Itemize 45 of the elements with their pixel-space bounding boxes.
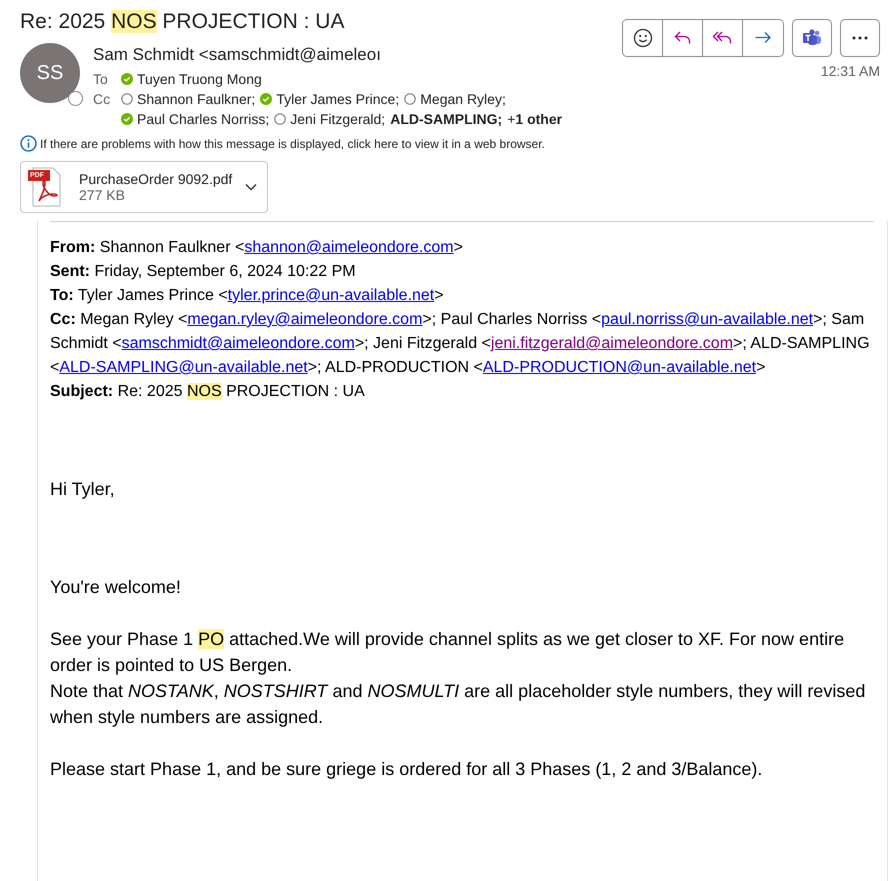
email-link[interactable]: ALD-PRODUCTION@un-available.net [482, 359, 756, 376]
sender-name[interactable]: Sam Schmidt <samschmidt@aimeleoı [93, 45, 443, 69]
pdf-file-icon [27, 167, 61, 207]
chevron-down-icon[interactable] [245, 183, 257, 191]
message-paragraph: Note that NOSTANK, NOSTSHIRT and NOSMULTI are all placeholder style numbers, they will revised when style numbers are assigned. [50, 680, 866, 729]
presence-icon [68, 91, 83, 106]
recipient-name[interactable]: Shannon Faulkner; [137, 89, 256, 109]
received-time: 12:31 AM [820, 63, 880, 79]
message-paragraph: Please start Phase 1, and be sure griege is ordered for all 3 Phases (1, 2 and 3/Balance). [50, 758, 764, 781]
message-paragraph: See your Phase 1 PO attached.We will provide channel splits as we get closer to XF. For now entire order is pointed to US Bergen. [50, 628, 846, 677]
emoji-button[interactable] [623, 20, 663, 56]
info-message[interactable]: If there are problems with how this message is displayed, click here to view it in a web browser. [40, 136, 545, 150]
email-link[interactable]: paul.norriss@un-available.net [601, 311, 814, 328]
recipient-name[interactable]: ALD-SAMPLING; [390, 109, 502, 129]
recipient-name[interactable]: Paul Charles Norriss; [137, 109, 270, 129]
recipient-name[interactable]: Jeni Fitzgerald; [290, 109, 386, 129]
email-link[interactable]: jeni.fitzgerald@aimeleondore.com [490, 335, 734, 352]
header-line: Cc: Megan Ryley <megan.ryley@aimeleondore.com>; Paul Charles Norriss <paul.norriss@un-available.net>; Sam Schmidt <samschmidt@aimeleondore.com>; Jeni Fitzgerald <jeni.fitzgerald@aimeleondore.com>; ALD-SAMPLING <ALD-SAMPLING@un-available.net>; ALD-PRODUCTION <ALD-PRODUCTION@un-available.net> [50, 310, 871, 378]
email-link[interactable]: shannon@aimeleondore.com [244, 239, 454, 256]
recipient-name[interactable]: Megan Ryley; [420, 89, 506, 109]
email-link[interactable]: megan.ryley@aimeleondore.com [187, 311, 422, 328]
attachment-name: PurchaseOrder 9092.pdf [79, 171, 234, 187]
email-link[interactable]: ALD-SAMPLING@un-available.net [59, 359, 308, 376]
sender-avatar: SS [20, 43, 80, 103]
email-subject: Re: 2025 NOS PROJECTION : UA [20, 9, 346, 35]
attachment-size: 277 KB [79, 187, 126, 203]
header-line: To: Tyler James Prince <tyler.prince@un-available.net> [50, 286, 445, 306]
to-label: To [93, 70, 109, 89]
recipient-name[interactable]: Tuyen Truong Mong [137, 69, 262, 89]
more-icon [852, 36, 868, 40]
more-button[interactable] [840, 19, 880, 57]
info-icon [20, 135, 37, 152]
header-line: Sent: Friday, September 6, 2024 10:22 PM [50, 262, 357, 282]
recipient-name[interactable]: Tyler James Prince; [276, 89, 400, 109]
message-paragraph: You're welcome! [50, 576, 182, 599]
recipient-name[interactable]: +1 other [507, 109, 562, 129]
cc-label: Cc [93, 90, 112, 109]
header-line: Subject: Re: 2025 NOS PROJECTION : UA [50, 382, 366, 402]
email-link[interactable]: samschmidt@aimeleondore.com [122, 335, 355, 352]
email-link[interactable]: tyler.prince@un-available.net [228, 287, 434, 304]
message-paragraph: Hi Tyler, [50, 478, 116, 501]
smiley-icon [632, 28, 652, 48]
header-line: From: Shannon Faulkner <shannon@aimeleondore.com> [50, 238, 464, 258]
teams-logo-icon [801, 28, 823, 48]
teams-button[interactable] [792, 19, 832, 57]
